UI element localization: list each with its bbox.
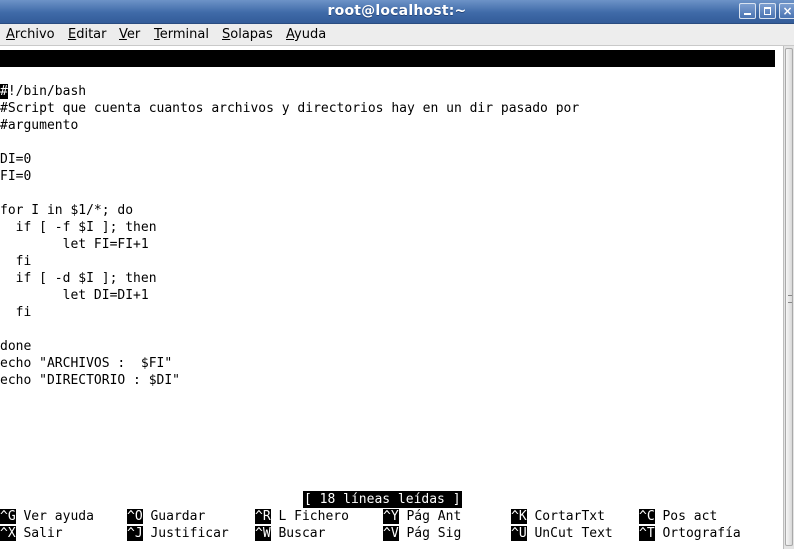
grip-icon: [788, 295, 792, 303]
maximize-icon: [764, 7, 771, 15]
shortcut-pag-ant[interactable]: ^Y Pág Ant: [383, 508, 461, 525]
editor-line[interactable]: if [ -f $I ]; then: [0, 219, 157, 236]
shortcut-salir[interactable]: ^X Salir: [0, 525, 63, 542]
menu-archivo[interactable]: Archivo: [6, 27, 55, 42]
editor-line[interactable]: echo "DIRECTORIO : $DI": [0, 372, 180, 389]
shortcut-justificar[interactable]: ^J Justificar: [127, 525, 229, 542]
editor-line[interactable]: fi: [0, 304, 32, 321]
menu-solapas[interactable]: Solapas: [222, 27, 273, 42]
editor-line[interactable]: echo "ARCHIVOS : $FI": [0, 355, 172, 372]
editor-line[interactable]: done: [0, 338, 31, 355]
shortcut-pag-sig[interactable]: ^V Pág Sig: [383, 525, 461, 542]
text-cursor: #: [0, 84, 8, 99]
editor-line[interactable]: #Script que cuenta cuantos archivos y di…: [0, 100, 579, 117]
terminal-scrollbar[interactable]: [783, 46, 794, 549]
shortcut-uncut-text[interactable]: ^U UnCut Text: [511, 525, 613, 542]
editor-line[interactable]: let DI=DI+1: [0, 287, 149, 304]
minimize-icon: [744, 13, 751, 15]
shortcut-ortografia[interactable]: ^T Ortografía: [639, 525, 741, 542]
editor-line[interactable]: FI=0: [0, 168, 31, 185]
editor-line[interactable]: #argumento: [0, 117, 78, 134]
menu-bar: Archivo Editar Ver Terminal Solapas Ayud…: [0, 24, 794, 46]
minimize-button[interactable]: [739, 3, 756, 19]
maximize-button[interactable]: [759, 3, 776, 19]
close-button[interactable]: ×: [779, 3, 794, 19]
status-message: [ 18 líneas leídas ]: [303, 491, 462, 508]
nano-header: GNU nano 1.3.12 Fichero: listaarg.sh: [0, 50, 775, 100]
editor-line[interactable]: if [ -d $I ]; then: [0, 270, 157, 287]
window-title-bar[interactable]: root@localhost:~ ×: [0, 0, 794, 24]
menu-ayuda[interactable]: Ayuda: [286, 27, 326, 42]
nano-version: GNU nano 1.3.12: [15, 68, 133, 83]
editor-line[interactable]: for I in $1/*; do: [0, 202, 133, 219]
shortcut-guardar[interactable]: ^O Guardar: [127, 508, 205, 525]
menu-editar[interactable]: Editar: [68, 27, 107, 42]
menu-terminal[interactable]: Terminal: [154, 27, 209, 42]
scrollbar-thumb[interactable]: [785, 48, 793, 546]
shortcut-leer-fichero[interactable]: ^R L Fichero: [255, 508, 349, 525]
shortcut-buscar[interactable]: ^W Buscar: [255, 525, 325, 542]
editor-line[interactable]: DI=0: [0, 151, 31, 168]
close-icon: ×: [782, 4, 793, 18]
nano-filename: Fichero: listaarg.sh: [272, 85, 429, 100]
shortcut-pos-act[interactable]: ^C Pos act: [639, 508, 717, 525]
editor-line[interactable]: #!/bin/bash: [0, 83, 86, 100]
editor-line[interactable]: let FI=FI+1: [0, 236, 149, 253]
menu-ver[interactable]: Ver: [119, 27, 140, 42]
terminal-area[interactable]: GNU nano 1.3.12 Fichero: listaarg.sh #!/…: [0, 46, 783, 549]
shortcut-cortar-txt[interactable]: ^K CortarTxt: [511, 508, 605, 525]
editor-line[interactable]: fi: [0, 253, 32, 270]
shortcut-ver-ayuda[interactable]: ^G Ver ayuda: [0, 508, 94, 525]
window-title: root@localhost:~: [327, 3, 467, 19]
